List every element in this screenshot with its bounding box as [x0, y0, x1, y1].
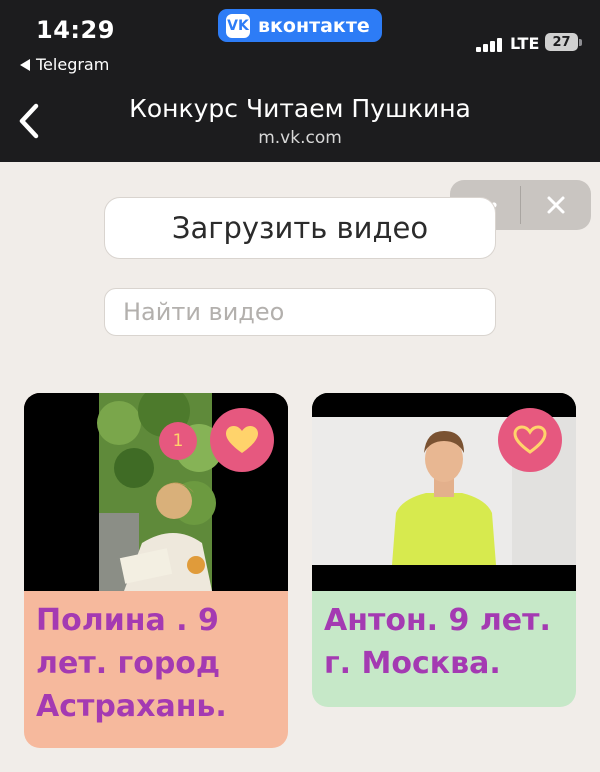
back-to-app-link[interactable]: Telegram: [20, 55, 109, 74]
battery-level: 27: [552, 34, 571, 50]
back-triangle-icon: [20, 58, 30, 71]
like-button[interactable]: [498, 408, 562, 472]
battery-icon: 27: [545, 33, 582, 51]
close-icon: [547, 196, 565, 214]
back-app-label: Telegram: [36, 55, 110, 74]
video-card[interactable]: 1 Полина . 9 лет. город Астрахань.: [24, 393, 288, 748]
heart-outline-icon: [513, 425, 547, 454]
network-type: LTE: [510, 34, 540, 53]
top-bar: 14:29 Telegram VK вконтакте LTE 27 Конку…: [0, 0, 600, 162]
page-url: m.vk.com: [258, 128, 342, 148]
like-button[interactable]: [210, 408, 274, 472]
like-count: 1: [172, 431, 184, 451]
video-caption: Антон. 9 лет. г. Москва.: [324, 603, 551, 681]
page-title: Конкурс Читаем Пушкина: [129, 94, 471, 123]
like-count-badge: 1: [159, 422, 197, 460]
status-time: 14:29: [36, 16, 115, 44]
search-video-input[interactable]: [104, 288, 496, 336]
video-caption: Полина . 9 лет. город Астрахань.: [36, 603, 227, 724]
close-button[interactable]: [521, 180, 591, 230]
vk-badge-label: вконтакте: [258, 14, 370, 37]
heart-filled-icon: [226, 426, 258, 453]
signal-icon: [476, 36, 504, 52]
vk-badge: VK вконтакте: [218, 9, 382, 42]
vk-logo-icon: VK: [226, 13, 250, 38]
upload-video-button[interactable]: Загрузить видео: [104, 197, 496, 259]
video-card[interactable]: Антон. 9 лет. г. Москва.: [312, 393, 576, 707]
